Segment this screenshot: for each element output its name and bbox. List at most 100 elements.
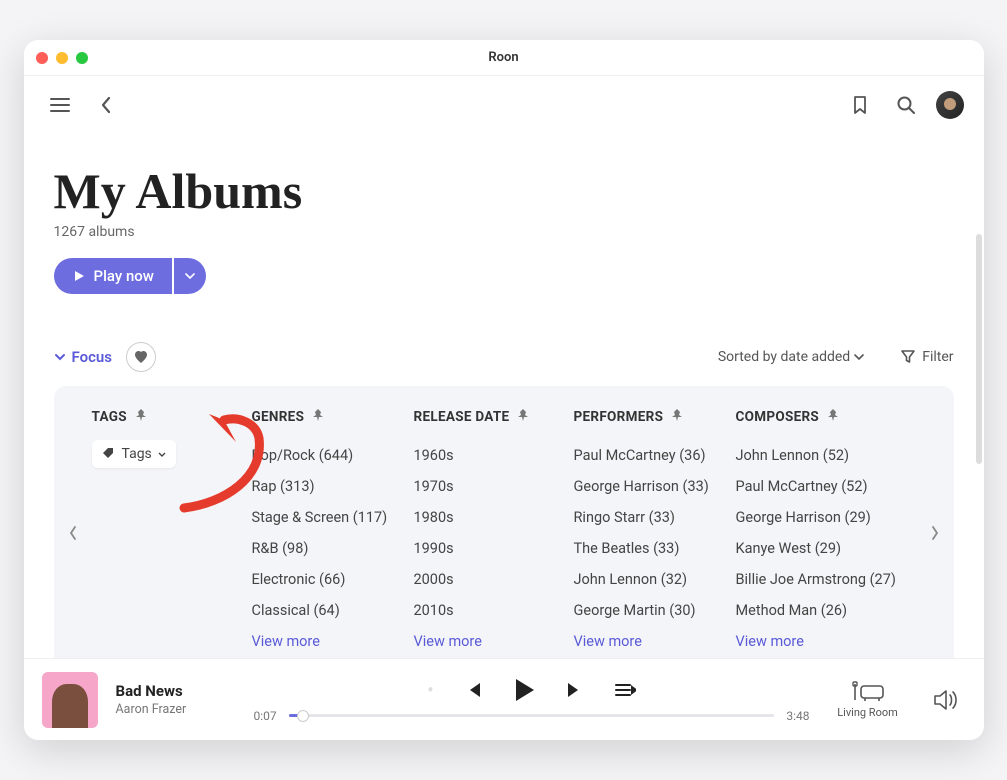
content-area: My Albums 1267 albums Play now Focus xyxy=(24,134,984,658)
total-time: 3:48 xyxy=(786,709,809,723)
pin-icon xyxy=(827,408,839,426)
scrollbar[interactable] xyxy=(976,234,982,464)
view-more-release[interactable]: View more xyxy=(414,626,574,657)
progress-thumb[interactable] xyxy=(297,710,309,722)
player-bar: Bad News Aaron Frazer • 0:07 3:48 xyxy=(24,658,984,740)
composer-item[interactable]: Paul McCartney (52) xyxy=(736,471,916,502)
progress-bar[interactable] xyxy=(289,714,775,717)
next-track-button[interactable] xyxy=(564,680,586,700)
zone-icon xyxy=(851,680,885,704)
release-item[interactable]: 1990s xyxy=(414,533,574,564)
queue-button[interactable] xyxy=(614,682,636,698)
composer-item[interactable]: George Harrison (29) xyxy=(736,502,916,533)
column-composers: COMPOSERS John Lennon (52) Paul McCartne… xyxy=(736,408,916,657)
release-item[interactable]: 2000s xyxy=(414,564,574,595)
prev-track-button[interactable] xyxy=(462,680,484,700)
sort-label-text: Sorted by date added xyxy=(718,349,850,365)
maximize-window-button[interactable] xyxy=(76,52,88,64)
panel-prev-button[interactable] xyxy=(60,520,86,546)
release-item[interactable]: 1960s xyxy=(414,440,574,471)
loop-indicator-icon: • xyxy=(427,678,434,702)
release-item[interactable]: 1970s xyxy=(414,471,574,502)
performer-item[interactable]: George Martin (30) xyxy=(574,595,736,626)
album-count: 1267 albums xyxy=(54,224,954,240)
view-more-performers[interactable]: View more xyxy=(574,626,736,657)
column-header-tags[interactable]: TAGS xyxy=(92,408,252,426)
search-button[interactable] xyxy=(890,89,922,121)
titlebar: Roon xyxy=(24,40,984,76)
zone-label: Living Room xyxy=(837,706,898,719)
menu-button[interactable] xyxy=(44,89,76,121)
genre-item[interactable]: Rap (313) xyxy=(252,471,414,502)
column-header-label: RELEASE DATE xyxy=(414,409,510,425)
caret-down-icon xyxy=(854,354,864,360)
pin-icon xyxy=(312,408,324,426)
now-playing-album-art[interactable] xyxy=(42,672,98,728)
pin-icon xyxy=(517,408,529,426)
focus-panel: TAGS Tags GENRES xyxy=(54,386,954,658)
composer-item[interactable]: John Lennon (52) xyxy=(736,440,916,471)
chevron-left-icon xyxy=(100,96,112,114)
column-genres: GENRES Pop/Rock (644) Rap (313) Stage & … xyxy=(252,408,414,657)
now-playing-info[interactable]: Bad News Aaron Frazer xyxy=(116,682,236,717)
performer-item[interactable]: Paul McCartney (36) xyxy=(574,440,736,471)
elapsed-time: 0:07 xyxy=(254,709,277,723)
column-header-composers[interactable]: COMPOSERS xyxy=(736,408,916,426)
view-more-genres[interactable]: View more xyxy=(252,626,414,657)
column-header-genres[interactable]: GENRES xyxy=(252,408,414,426)
focus-toggle[interactable]: Focus xyxy=(54,348,113,366)
play-now-button[interactable]: Play now xyxy=(54,258,172,294)
minimize-window-button[interactable] xyxy=(56,52,68,64)
genre-item[interactable]: R&B (98) xyxy=(252,533,414,564)
composer-item[interactable]: Kanye West (29) xyxy=(736,533,916,564)
play-button-label: Play now xyxy=(94,267,154,285)
performer-item[interactable]: The Beatles (33) xyxy=(574,533,736,564)
window-title: Roon xyxy=(24,50,984,65)
caret-down-icon xyxy=(158,452,166,457)
track-artist: Aaron Frazer xyxy=(116,702,236,717)
pin-icon xyxy=(135,408,147,426)
focus-columns: TAGS Tags GENRES xyxy=(92,408,916,657)
speaker-icon xyxy=(933,689,959,711)
genre-item[interactable]: Stage & Screen (117) xyxy=(252,502,414,533)
traffic-lights xyxy=(36,52,88,64)
column-header-label: TAGS xyxy=(92,409,127,425)
column-header-performers[interactable]: PERFORMERS xyxy=(574,408,736,426)
view-more-composers[interactable]: View more xyxy=(736,626,916,657)
column-header-release[interactable]: RELEASE DATE xyxy=(414,408,574,426)
back-button[interactable] xyxy=(90,89,122,121)
tags-chip-label: Tags xyxy=(122,446,152,462)
player-center: • 0:07 3:48 xyxy=(254,667,810,732)
composer-item[interactable]: Billie Joe Armstrong (27) xyxy=(736,564,916,595)
play-options-button[interactable] xyxy=(172,258,206,294)
play-pause-button[interactable] xyxy=(512,677,536,703)
hamburger-icon xyxy=(50,97,70,113)
list-controls: Focus Sorted by date added Filter xyxy=(54,342,954,372)
column-release-date: RELEASE DATE 1960s 1970s 1980s 1990s 200… xyxy=(414,408,574,657)
bookmark-icon xyxy=(852,95,868,115)
transport-controls: • xyxy=(254,677,810,703)
filter-label: Filter xyxy=(922,349,953,365)
volume-button[interactable] xyxy=(926,667,966,732)
chevron-down-icon xyxy=(54,353,66,361)
sort-button[interactable]: Sorted by date added xyxy=(718,349,864,365)
column-header-label: PERFORMERS xyxy=(574,409,664,425)
genre-item[interactable]: Electronic (66) xyxy=(252,564,414,595)
bookmark-button[interactable] xyxy=(844,89,876,121)
filter-button[interactable]: Filter xyxy=(900,349,953,365)
user-avatar[interactable] xyxy=(936,91,964,119)
release-item[interactable]: 2010s xyxy=(414,595,574,626)
tags-chip[interactable]: Tags xyxy=(92,440,176,468)
performer-item[interactable]: John Lennon (32) xyxy=(574,564,736,595)
performer-item[interactable]: Ringo Starr (33) xyxy=(574,502,736,533)
release-item[interactable]: 1980s xyxy=(414,502,574,533)
performer-item[interactable]: George Harrison (33) xyxy=(574,471,736,502)
zone-selector[interactable]: Living Room xyxy=(828,667,908,732)
close-window-button[interactable] xyxy=(36,52,48,64)
genre-item[interactable]: Classical (64) xyxy=(252,595,414,626)
chevron-left-icon xyxy=(68,525,78,541)
genre-item[interactable]: Pop/Rock (644) xyxy=(252,440,414,471)
composer-item[interactable]: Method Man (26) xyxy=(736,595,916,626)
panel-next-button[interactable] xyxy=(922,520,948,546)
favorites-filter[interactable] xyxy=(126,342,156,372)
